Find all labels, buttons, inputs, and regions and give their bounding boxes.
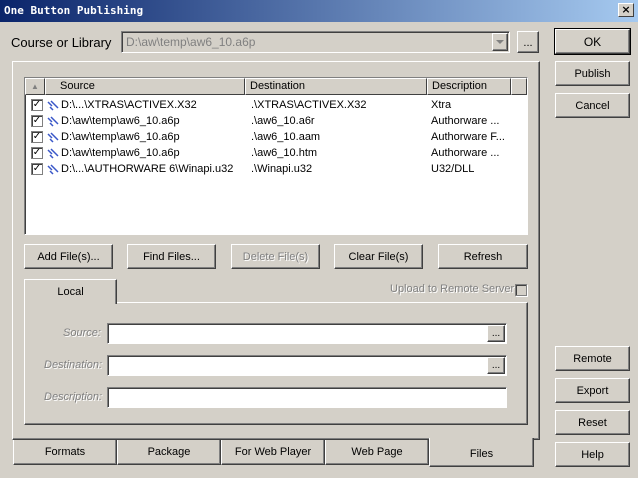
remote-button[interactable]: Remote [555, 346, 630, 371]
reset-label: Reset [578, 416, 607, 429]
window-title: One Button Publishing [4, 4, 144, 17]
link-icon [47, 100, 59, 111]
row-checkbox[interactable]: ✓ [31, 115, 43, 127]
description-cell: Authorware ... [431, 115, 500, 127]
tab-web-page[interactable]: Web Page [325, 440, 429, 465]
source-cell: D:\...\XTRAS\ACTIVEX.X32 [61, 99, 197, 111]
course-combobox[interactable]: D:\aw\temp\aw6_10.a6p [121, 31, 510, 53]
remote-label: Remote [573, 352, 612, 365]
tab-for-web-player[interactable]: For Web Player [221, 440, 325, 465]
tab-formats[interactable]: Formats [13, 440, 117, 465]
help-label: Help [581, 448, 604, 461]
link-icon [47, 164, 59, 175]
description-cell: Xtra [431, 99, 452, 111]
row-checkbox[interactable]: ✓ [31, 99, 43, 111]
column-header-filler [511, 78, 527, 95]
close-icon: × [621, 3, 631, 16]
clear-files-label: Clear File(s) [348, 250, 409, 263]
source-cell: D:\aw\temp\aw6_10.a6p [61, 115, 180, 127]
tab-local-label: Local [57, 286, 84, 298]
tab-web-page-label: Web Page [351, 446, 403, 458]
source-label: Source: [63, 327, 101, 339]
find-files-button[interactable]: Find Files... [127, 244, 216, 269]
find-files-label: Find Files... [143, 250, 200, 263]
tab-files-label: Files [469, 448, 494, 460]
column-header-description[interactable]: Description [427, 78, 511, 95]
source-field[interactable]: ... [107, 323, 507, 344]
chevron-down-icon [496, 39, 504, 44]
tab-package-label: Package [147, 446, 191, 458]
export-label: Export [576, 384, 609, 397]
description-cell: Authorware F... [431, 131, 505, 143]
publish-button[interactable]: Publish [555, 61, 630, 86]
source-cell: D:\aw\temp\aw6_10.a6p [61, 131, 180, 143]
tab-formats-label: Formats [44, 446, 86, 458]
refresh-label: Refresh [463, 250, 503, 263]
description-label: Description: [44, 391, 103, 403]
link-icon [47, 132, 59, 143]
course-value: D:\aw\temp\aw6_10.a6p [126, 35, 256, 49]
clear-files-button[interactable]: Clear File(s) [334, 244, 423, 269]
help-button[interactable]: Help [555, 442, 630, 467]
upload-remote-checkbox[interactable] [515, 284, 527, 296]
sort-column-header[interactable]: ▲ [25, 78, 45, 95]
files-list[interactable]: ▲ Source Destination Description ✓ D:\..… [24, 77, 528, 235]
course-browse-button[interactable]: ... [517, 31, 539, 53]
destination-browse-button[interactable]: ... [487, 357, 505, 374]
row-checkbox[interactable]: ✓ [31, 147, 43, 159]
upload-remote-label: Upload to Remote Server [390, 283, 515, 295]
tab-local[interactable]: Local [24, 279, 117, 304]
row-checkbox[interactable]: ✓ [31, 131, 43, 143]
source-cell: D:\...\AUTHORWARE 6\Winapi.u32 [61, 163, 234, 175]
source-browse-button[interactable]: ... [487, 325, 505, 342]
sort-up-icon: ▲ [31, 82, 39, 91]
description-field[interactable] [107, 387, 507, 408]
column-header-source[interactable]: Source [45, 78, 245, 95]
source-cell: D:\aw\temp\aw6_10.a6p [61, 147, 180, 159]
row-checkbox[interactable]: ✓ [31, 163, 43, 175]
course-label: Course or Library [11, 35, 112, 50]
publish-label: Publish [574, 67, 611, 80]
tab-files[interactable]: Files [429, 438, 534, 467]
list-header: ▲ Source Destination Description [25, 78, 527, 95]
tab-for-web-player-label: For Web Player [234, 446, 312, 458]
table-row[interactable]: ✓ D:\aw\temp\aw6_10.a6p .\aw6_10.aam Aut… [27, 129, 527, 145]
destination-label: Destination: [44, 359, 103, 371]
column-header-destination[interactable]: Destination [245, 78, 427, 95]
destination-cell: .\aw6_10.aam [251, 131, 321, 143]
table-row[interactable]: ✓ D:\...\AUTHORWARE 6\Winapi.u32 .\Winap… [27, 161, 527, 177]
ok-button[interactable]: OK [554, 28, 631, 55]
description-cell: U32/DLL [431, 163, 475, 175]
table-row[interactable]: ✓ D:\aw\temp\aw6_10.a6p .\aw6_10.a6r Aut… [27, 113, 527, 129]
link-icon [47, 148, 59, 159]
title-bar: One Button Publishing [0, 0, 638, 22]
destination-cell: .\aw6_10.a6r [251, 115, 315, 127]
delete-files-label: Delete File(s) [242, 250, 309, 263]
destination-cell: .\XTRAS\ACTIVEX.X32 [251, 99, 367, 111]
table-row[interactable]: ✓ D:\...\XTRAS\ACTIVEX.X32 .\XTRAS\ACTIV… [27, 97, 527, 113]
tab-package[interactable]: Package [117, 440, 221, 465]
destination-field[interactable]: ... [107, 355, 507, 376]
delete-files-button[interactable]: Delete File(s) [231, 244, 320, 269]
refresh-button[interactable]: Refresh [438, 244, 528, 269]
cancel-button[interactable]: Cancel [555, 93, 630, 118]
close-button[interactable]: × [618, 3, 634, 17]
description-cell: Authorware ... [431, 147, 500, 159]
ok-label: OK [583, 34, 602, 49]
destination-cell: .\aw6_10.htm [251, 147, 318, 159]
add-files-button[interactable]: Add File(s)... [24, 244, 113, 269]
browse-label: ... [491, 360, 501, 371]
table-row[interactable]: ✓ D:\aw\temp\aw6_10.a6p .\aw6_10.htm Aut… [27, 145, 527, 161]
browse-label: ... [523, 37, 533, 49]
browse-label: ... [491, 328, 501, 339]
export-button[interactable]: Export [555, 378, 630, 403]
combo-dropdown-button[interactable] [492, 33, 508, 51]
reset-button[interactable]: Reset [555, 410, 630, 435]
add-files-label: Add File(s)... [37, 250, 100, 263]
cancel-label: Cancel [575, 99, 610, 112]
destination-cell: .\Winapi.u32 [251, 163, 313, 175]
link-icon [47, 116, 59, 127]
